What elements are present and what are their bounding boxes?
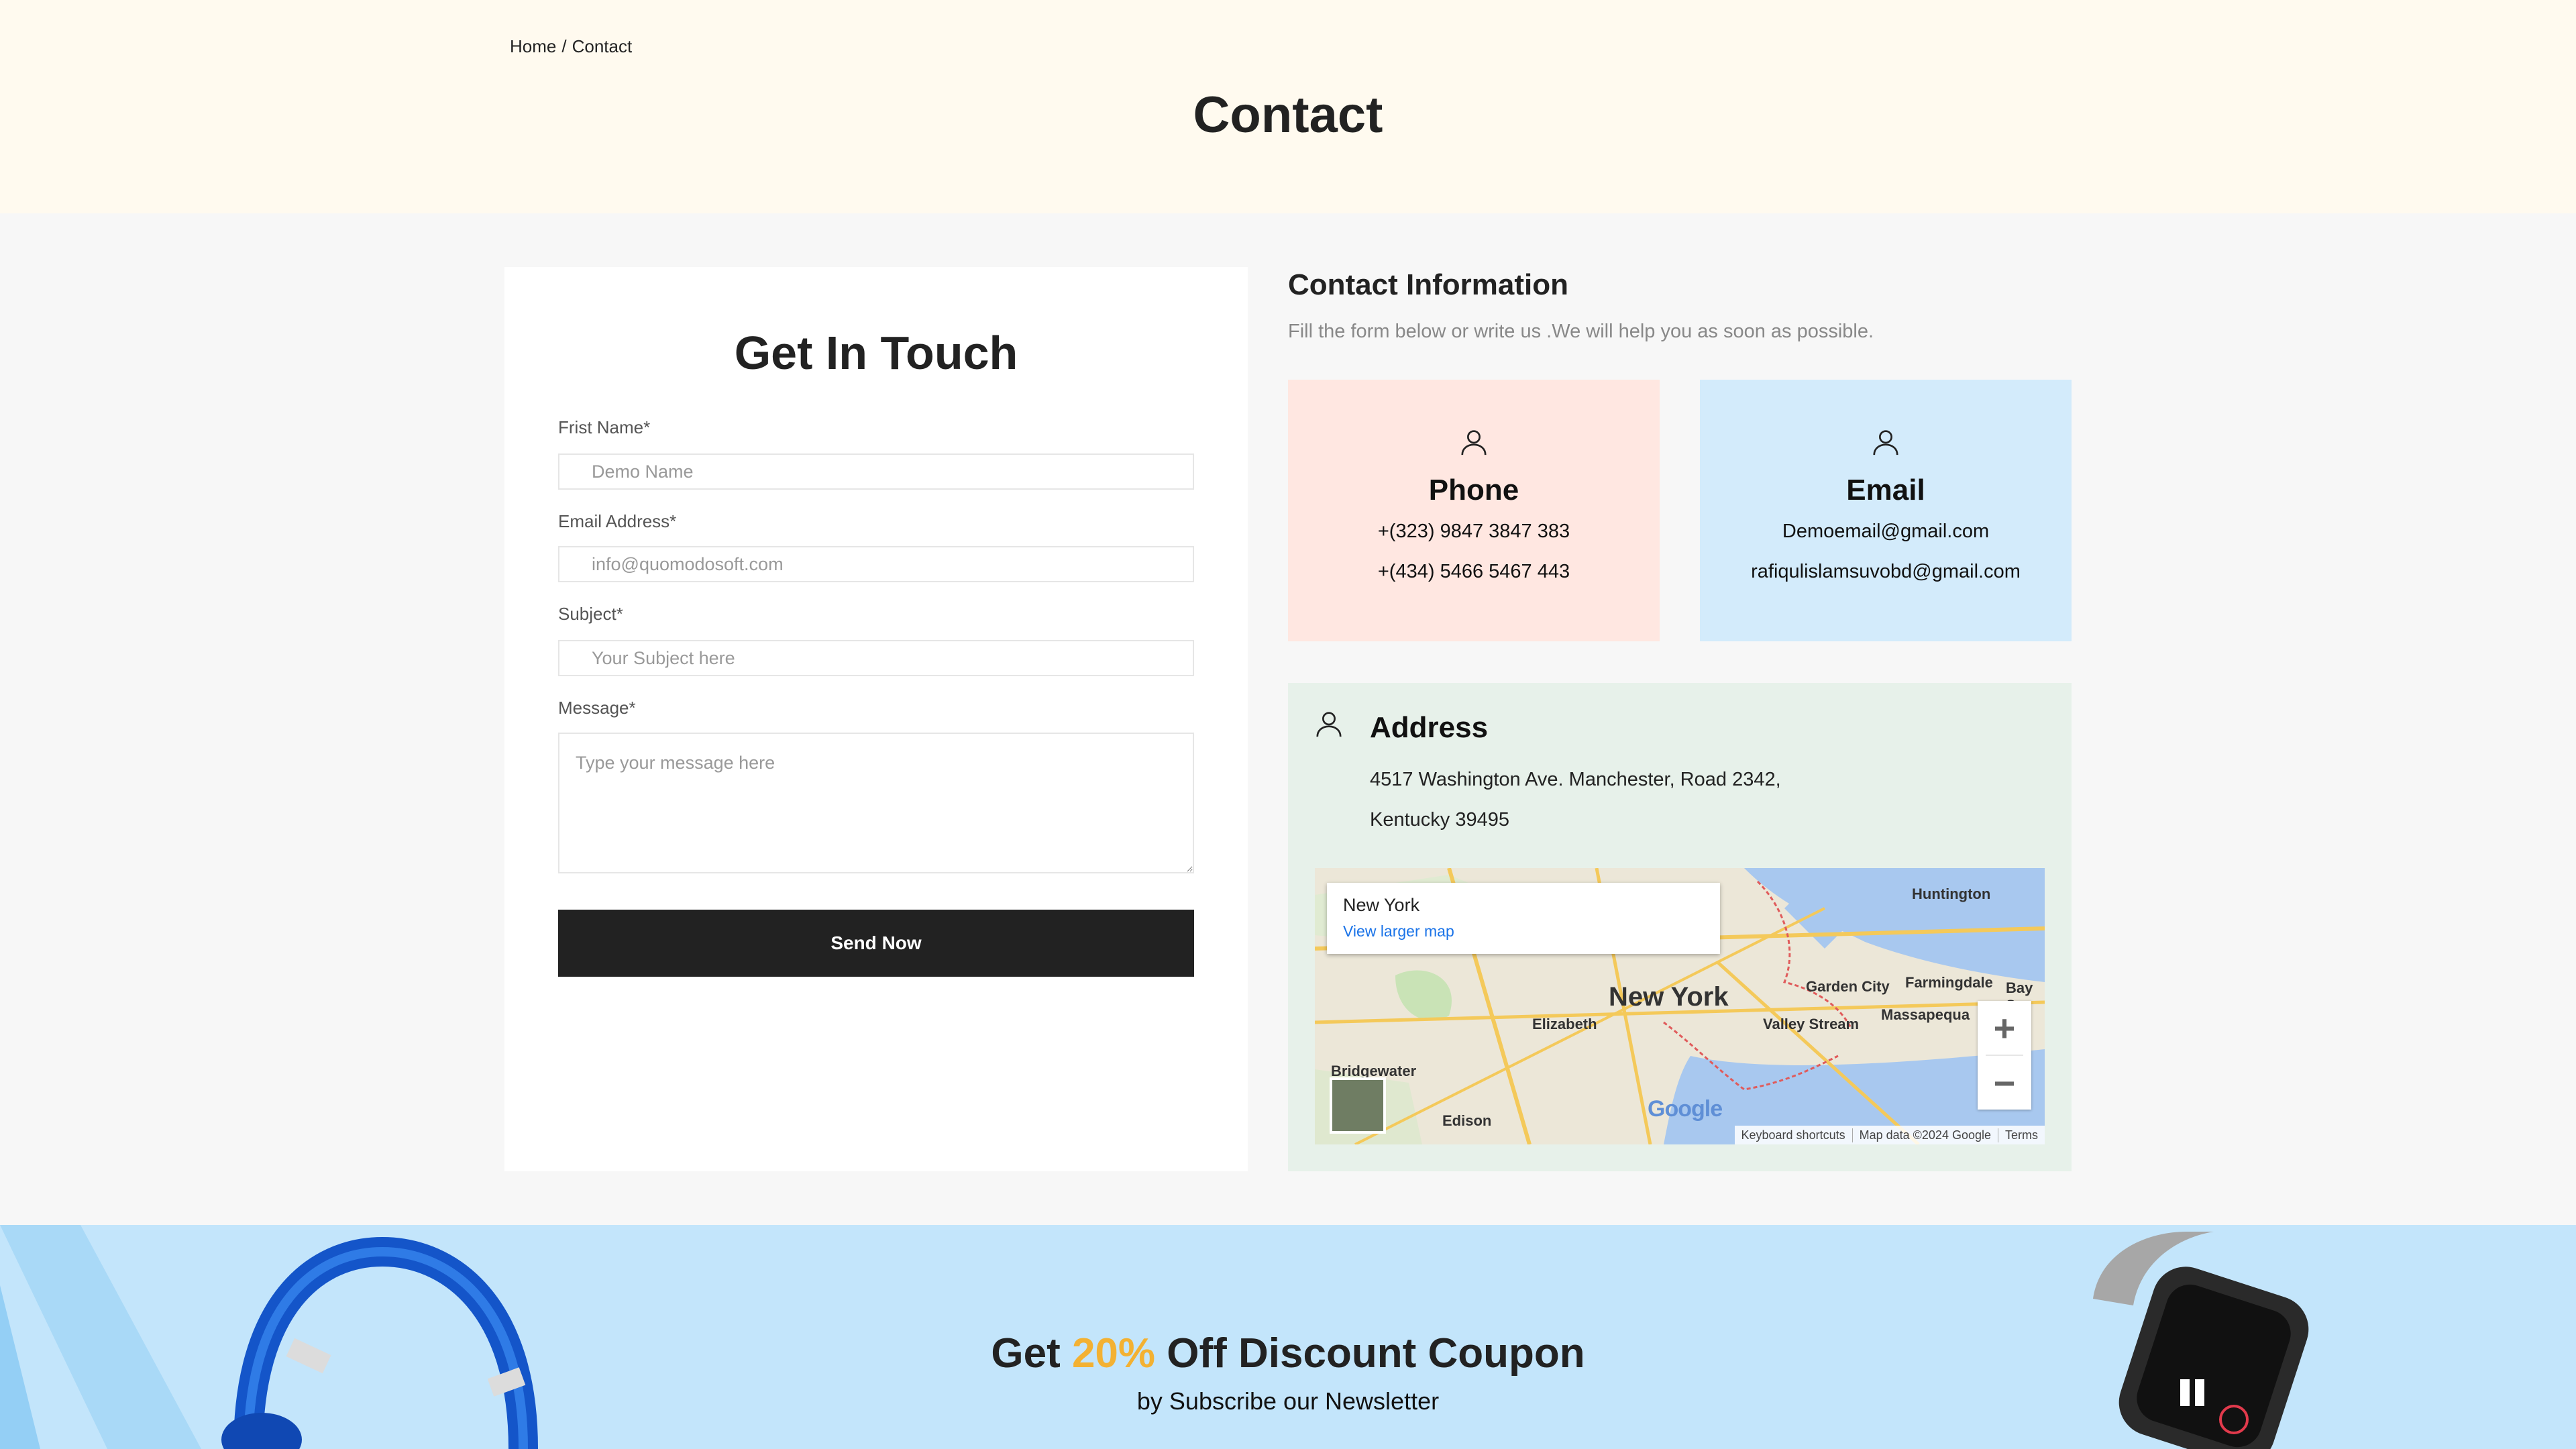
phone-title: Phone — [1428, 474, 1519, 506]
breadcrumb: Home / Contact — [510, 36, 637, 57]
message-label: Message* — [558, 698, 636, 718]
zoom-out-button[interactable]: − — [1978, 1056, 2031, 1110]
map-zoom-controls: + − — [1978, 1001, 2031, 1110]
map-footer: Keyboard shortcuts Map data ©2024 Google… — [1734, 1126, 2045, 1144]
breadcrumb-home-link[interactable]: Home — [510, 36, 556, 56]
contact-info-title: Contact Information — [1288, 268, 1568, 301]
email-label: Email Address* — [558, 511, 677, 531]
email-title: Email — [1846, 474, 1925, 506]
subject-input[interactable] — [558, 640, 1194, 676]
email-input[interactable] — [558, 546, 1194, 582]
map-label-garden-city: Garden City — [1806, 978, 1890, 995]
address-line-1: 4517 Washington Ave. Manchester, Road 23… — [1370, 769, 1781, 790]
map-info-popup: New York View larger map — [1327, 883, 1720, 954]
map-popup-place: New York — [1343, 895, 1420, 915]
page-header: Home / Contact Contact — [0, 0, 2576, 213]
map-label-massapequa: Massapequa — [1881, 1006, 1970, 1023]
view-larger-map-link[interactable]: View larger map — [1343, 922, 1704, 941]
subject-label: Subject* — [558, 604, 623, 624]
email-address-1[interactable]: Demoemail@gmail.com — [1700, 521, 2072, 543]
map-label-elizabeth: Elizabeth — [1532, 1016, 1597, 1032]
address-title: Address — [1370, 711, 1489, 744]
contact-form-card: Get In Touch Frist Name* Email Address* … — [504, 267, 1248, 1171]
user-icon — [1288, 427, 1660, 458]
newsletter-subtitle: by Subscribe our Newsletter — [1136, 1387, 1440, 1415]
address-card: Address 4517 Washington Ave. Manchester,… — [1288, 683, 2072, 1171]
breadcrumb-current: Contact — [572, 36, 633, 56]
satellite-toggle[interactable] — [1330, 1077, 1386, 1134]
map-label-huntington: Huntington — [1912, 885, 1991, 902]
newsletter-discount-percent: 20% — [1071, 1330, 1156, 1377]
google-logo: Google — [1648, 1096, 1723, 1122]
page-title: Contact — [1193, 87, 1383, 144]
email-card: Email Demoemail@gmail.com rafiqulislamsu… — [1700, 380, 2072, 641]
email-address-2[interactable]: rafiqulislamsuvobd@gmail.com — [1700, 561, 2072, 583]
zoom-in-button[interactable]: + — [1978, 1001, 2031, 1055]
map-label-edison: Edison — [1442, 1112, 1492, 1129]
newsletter-title-post: Off Discount Coupon — [1167, 1330, 1585, 1377]
send-now-button[interactable]: Send Now — [558, 910, 1194, 977]
phone-number-2[interactable]: +(434) 5466 5467 443 — [1288, 561, 1660, 583]
phone-card: Phone +(323) 9847 3847 383 +(434) 5466 5… — [1288, 380, 1660, 641]
map-label-new-york: New York — [1609, 982, 1729, 1012]
user-icon — [1313, 708, 1344, 743]
newsletter-banner: Get 20% Off Discount Coupon by Subscribe… — [0, 1225, 2576, 1449]
first-name-label: Frist Name* — [558, 417, 651, 437]
terms-link[interactable]: Terms — [1998, 1128, 2045, 1142]
newsletter-title-pre: Get — [991, 1330, 1061, 1377]
google-map[interactable]: New York Huntington Garden City Farmingd… — [1315, 868, 2045, 1144]
phone-number-1[interactable]: +(323) 9847 3847 383 — [1288, 521, 1660, 543]
message-textarea[interactable] — [558, 733, 1194, 873]
user-icon — [1700, 427, 2072, 458]
contact-info-subtitle: Fill the form below or write us .We will… — [1288, 321, 1874, 342]
map-label-farmingdale: Farmingdale — [1905, 974, 1993, 991]
address-line-2: Kentucky 39495 — [1370, 809, 1509, 830]
first-name-input[interactable] — [558, 453, 1194, 490]
form-title: Get In Touch — [734, 327, 1018, 379]
newsletter-title: Get 20% Off Discount Coupon — [0, 1330, 2576, 1377]
map-data-attribution: Map data ©2024 Google — [1851, 1128, 1998, 1142]
breadcrumb-separator: / — [561, 36, 567, 56]
map-label-valley-stream: Valley Stream — [1763, 1016, 1860, 1032]
keyboard-shortcuts-link[interactable]: Keyboard shortcuts — [1735, 1128, 1852, 1142]
